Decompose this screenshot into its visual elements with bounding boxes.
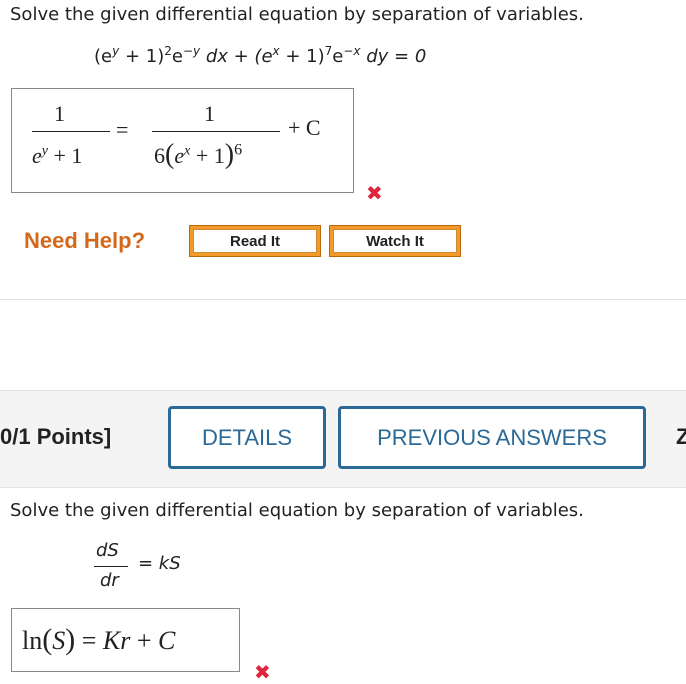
eq-part: dy = 0 bbox=[360, 46, 427, 67]
den-base: e bbox=[32, 143, 42, 168]
eq-part: (e bbox=[94, 46, 113, 67]
watch-it-label: Watch It bbox=[333, 229, 457, 253]
right-numerator: 1 bbox=[204, 101, 215, 126]
equals-sign: = bbox=[116, 117, 129, 142]
Kr-term: Kr bbox=[102, 626, 131, 655]
details-button[interactable]: DETAILS bbox=[168, 406, 326, 469]
left-denominator: ey + 1 bbox=[32, 143, 82, 169]
eq-sup: x bbox=[272, 44, 280, 58]
left-fraction-bar bbox=[32, 131, 110, 132]
left-numerator: 1 bbox=[54, 101, 65, 126]
read-it-button[interactable]: Read It bbox=[189, 225, 321, 257]
incorrect-icon: ✖ bbox=[254, 660, 271, 684]
den-rest: + 1 bbox=[53, 143, 83, 168]
S-var: S bbox=[52, 626, 66, 655]
ln-text: ln bbox=[22, 626, 43, 655]
eq-part: + 1) bbox=[119, 46, 165, 67]
paren: ( bbox=[42, 623, 53, 656]
previous-answers-label: PREVIOUS ANSWERS bbox=[377, 424, 607, 450]
divider bbox=[0, 299, 686, 300]
differential-equation: (ey + 1)2e−y dx + (ex + 1)7e−x dy = 0 bbox=[94, 44, 426, 67]
den-rest: + 1 bbox=[195, 143, 225, 168]
read-it-label: Read It bbox=[193, 229, 317, 253]
watch-it-button[interactable]: Watch It bbox=[329, 225, 461, 257]
incorrect-icon: ✖ bbox=[366, 181, 383, 205]
equals-sign: = bbox=[81, 626, 97, 655]
answer-expression: ln(S) = Kr + C bbox=[22, 623, 175, 657]
derivative-bar bbox=[94, 566, 128, 567]
paren: ) bbox=[65, 623, 76, 656]
C-const: C bbox=[158, 626, 176, 655]
eq-part: e bbox=[171, 46, 183, 67]
right-fraction-bar bbox=[152, 131, 280, 132]
den-pow: 6 bbox=[234, 141, 243, 159]
plus-constant: + C bbox=[288, 115, 321, 140]
den-sup: x bbox=[184, 143, 191, 159]
den-sup: y bbox=[41, 143, 48, 159]
dS-text: dS bbox=[96, 540, 119, 561]
eq-part: dx + (e bbox=[200, 46, 273, 67]
points-label: 0/1 Points] bbox=[0, 424, 112, 449]
eq-sup: −x bbox=[343, 44, 361, 58]
den-paren: ) bbox=[224, 139, 235, 170]
den-paren: ( bbox=[165, 139, 175, 170]
rhs-text: = kS bbox=[138, 553, 181, 574]
cut-off-text: Z bbox=[676, 424, 686, 449]
question-prompt: Solve the given differential equation by… bbox=[10, 500, 584, 521]
den-coef: 6 bbox=[154, 143, 165, 168]
plus-sign: + bbox=[136, 626, 152, 655]
answer-field[interactable]: 1 ey + 1 = 1 6(ex + 1)6 + C bbox=[11, 88, 354, 193]
dr-text: dr bbox=[100, 570, 119, 591]
derivative-numerator: dS bbox=[96, 540, 119, 561]
details-label: DETAILS bbox=[201, 424, 293, 450]
den-base: e bbox=[174, 143, 185, 168]
question-prompt: Solve the given differential equation by… bbox=[10, 4, 584, 25]
eq-part: e bbox=[332, 46, 344, 67]
eq-sup: 2 bbox=[164, 44, 172, 58]
eq-sup: −y bbox=[182, 44, 201, 58]
right-denominator: 6(ex + 1)6 bbox=[154, 139, 242, 171]
derivative-rhs: = kS bbox=[138, 553, 181, 574]
eq-part: + 1) bbox=[279, 46, 325, 67]
answer-field[interactable]: ln(S) = Kr + C bbox=[11, 608, 240, 672]
previous-answers-button[interactable]: PREVIOUS ANSWERS bbox=[338, 406, 646, 469]
need-help-label: Need Help? bbox=[24, 228, 146, 253]
derivative-denominator: dr bbox=[100, 570, 119, 591]
